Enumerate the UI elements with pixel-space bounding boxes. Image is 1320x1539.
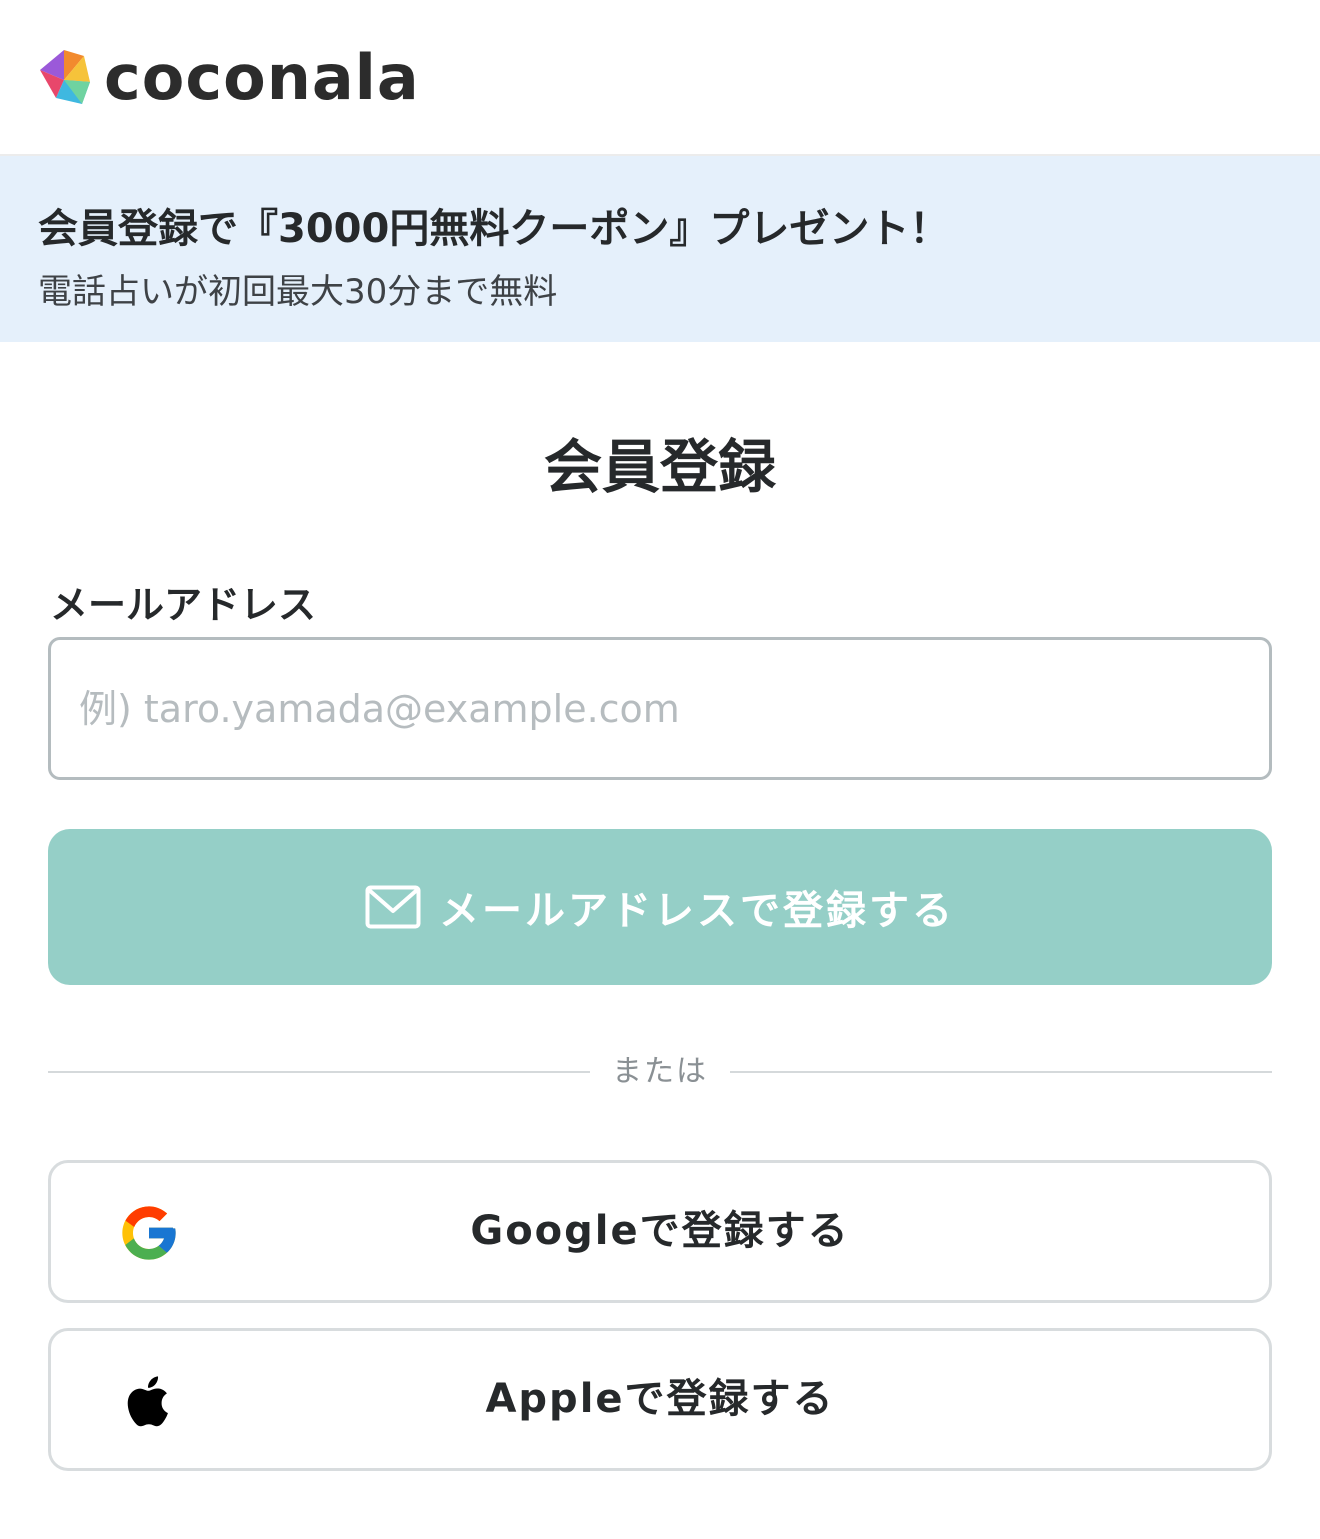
or-divider: または — [48, 1050, 1272, 1094]
page-title: 会員登録 — [543, 433, 776, 501]
email-register-button[interactable]: メールアドレスで登録する — [48, 829, 1272, 985]
logo-text: coconala — [104, 41, 420, 114]
google-register-button-label: Googleで登録する — [470, 1208, 850, 1254]
mail-icon — [365, 885, 421, 929]
email-input[interactable] — [48, 637, 1272, 780]
apple-register-button-label: Appleで登録する — [485, 1376, 835, 1422]
logo[interactable]: coconala — [36, 46, 420, 110]
or-divider-text: または — [612, 1054, 708, 1089]
email-register-button-label: メールアドレスで登録する — [439, 888, 955, 934]
coconala-logo-icon — [40, 50, 90, 104]
google-register-button[interactable]: Googleで登録する — [48, 1160, 1272, 1303]
promo-banner-title: 会員登録で『3000円無料クーポン』プレゼント！ — [38, 206, 950, 252]
apple-register-button[interactable]: Appleで登録する — [48, 1328, 1272, 1471]
header: coconala — [0, 0, 1320, 156]
email-label: メールアドレス — [50, 583, 317, 627]
divider-line-right — [730, 1071, 1272, 1073]
promo-banner-subtitle: 電話占いが初回最大30分まで無料 — [38, 272, 558, 312]
divider-line-left — [48, 1071, 590, 1073]
